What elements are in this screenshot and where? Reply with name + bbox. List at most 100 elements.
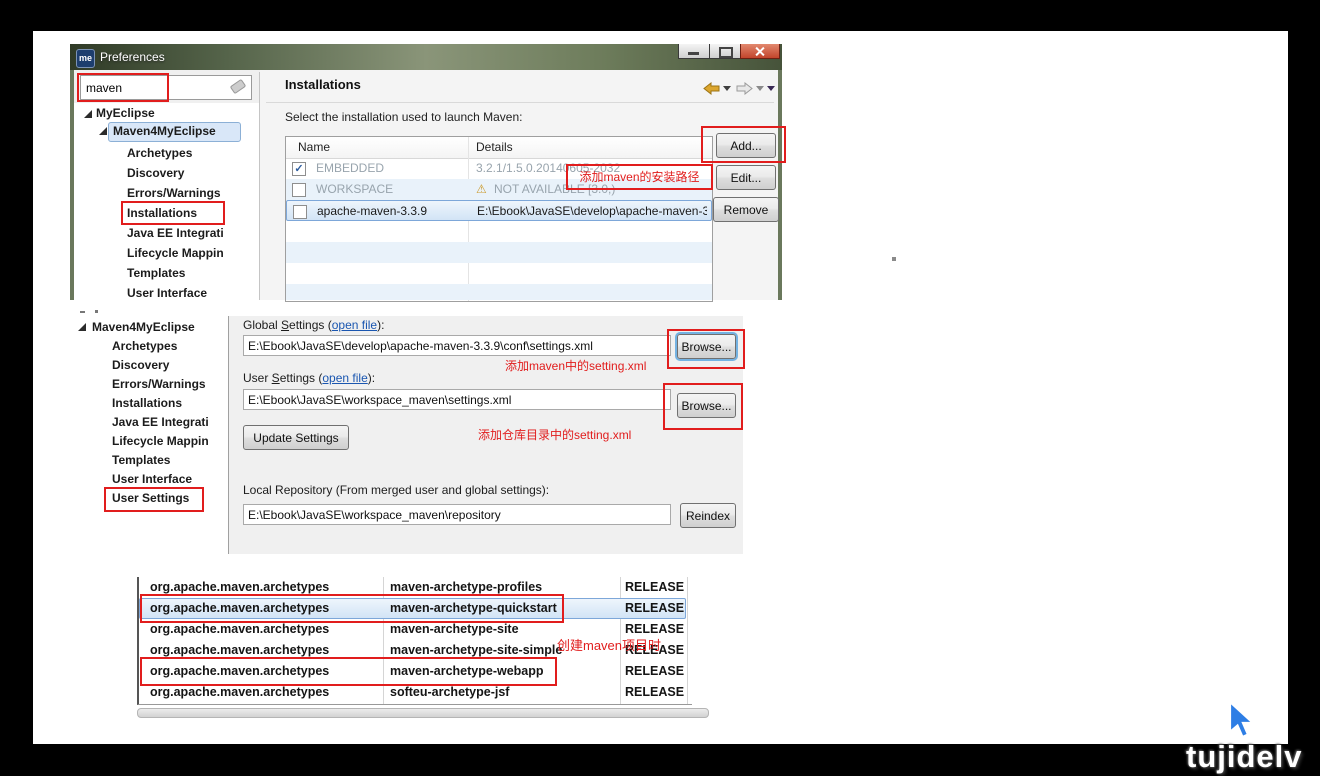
table-header: Name Details <box>286 137 712 159</box>
user-settings-path-input[interactable] <box>243 389 671 410</box>
crop-artifact <box>95 310 98 313</box>
empty-row <box>286 221 712 242</box>
tree-item-lifecycle-mapping[interactable]: Lifecycle Mappin <box>127 246 224 260</box>
version: RELEASE <box>625 598 684 619</box>
crop-artifact <box>892 257 896 261</box>
edit-button[interactable]: Edit... <box>716 165 776 190</box>
open-file-link[interactable]: open file <box>322 371 367 385</box>
annotation-install-path: 添加maven的安装路径 <box>566 164 713 190</box>
tree-item-templates[interactable]: Templates <box>127 266 185 280</box>
tree-item-maven4myeclipse[interactable]: Maven4MyEclipse <box>113 124 216 138</box>
label-text: User <box>243 371 272 385</box>
annotation-box-quickstart <box>140 594 564 623</box>
label-text: ettings ( <box>280 371 323 385</box>
expand-arrow-icon[interactable] <box>84 110 92 118</box>
tree-item-myeclipse[interactable]: MyEclipse <box>96 106 155 120</box>
header-separator <box>266 102 774 103</box>
watermark: tujidelv <box>1186 739 1303 775</box>
tree-item-errors-warnings[interactable]: Errors/Warnings <box>127 186 221 200</box>
global-settings-label: Global Settings (open file): <box>243 318 384 332</box>
version: RELEASE <box>625 577 684 598</box>
tree-item-lifecycle-mapping[interactable]: Lifecycle Mappin <box>112 434 209 448</box>
annotation-box-installations <box>121 201 225 225</box>
mouse-cursor <box>1226 700 1258 742</box>
checkbox-checked[interactable]: ✓ <box>292 162 306 176</box>
tree-item-archetypes[interactable]: Archetypes <box>112 339 177 353</box>
annotation-box-browse-user <box>663 383 743 430</box>
annotation-user-settings: 添加仓库目录中的setting.xml <box>478 426 631 443</box>
empty-row <box>286 242 712 263</box>
select-installation-label: Select the installation used to launch M… <box>285 110 522 124</box>
checkbox-unchecked[interactable] <box>292 183 306 197</box>
forward-arrow-icon[interactable] <box>736 82 753 95</box>
crop-artifact <box>80 311 85 313</box>
label-text: ): <box>368 371 375 385</box>
screenshot-canvas: me Preferences MyEclipse Maven4MyEclipse… <box>0 0 1320 776</box>
clear-filter-icon[interactable] <box>230 79 247 94</box>
tree-item-user-interface[interactable]: User Interface <box>112 472 192 486</box>
horizontal-scrollbar[interactable] <box>137 708 709 718</box>
installation-name: apache-maven-3.3.9 <box>317 201 427 222</box>
empty-row <box>286 263 712 284</box>
myeclipse-logo-icon: me <box>76 49 95 68</box>
maximize-icon <box>719 47 733 58</box>
label-text: ): <box>377 318 384 332</box>
installation-name: EMBEDDED <box>316 158 384 179</box>
label-text: S <box>281 318 289 332</box>
back-history-dropdown-icon[interactable] <box>723 86 731 91</box>
tree-item-installations[interactable]: Installations <box>112 396 182 410</box>
warning-icon: ⚠ <box>476 179 487 200</box>
tree-item-user-interface[interactable]: User Interface <box>127 286 207 300</box>
installation-row-apache-maven[interactable]: apache-maven-3.3.9 E:\Ebook\JavaSE\devel… <box>286 200 712 221</box>
tree-item-discovery[interactable]: Discovery <box>127 166 184 180</box>
minimize-icon <box>688 52 699 55</box>
back-arrow-icon[interactable] <box>703 82 720 95</box>
annotation-box-add <box>701 126 786 163</box>
column-header-details[interactable]: Details <box>476 140 513 154</box>
column-header-name[interactable]: Name <box>298 140 330 154</box>
remove-button[interactable]: Remove <box>713 197 779 222</box>
installation-details: E:\Ebook\JavaSE\develop\apache-maven-3 <box>477 201 707 222</box>
version: RELEASE <box>625 682 684 703</box>
annotation-box-search <box>77 73 169 102</box>
window-border-right <box>778 70 782 300</box>
minimize-button[interactable] <box>678 44 710 59</box>
checkbox-unchecked[interactable] <box>293 205 307 219</box>
version: RELEASE <box>625 661 684 682</box>
installation-name: WORKSPACE <box>316 179 393 200</box>
tree-item-java-ee-integration[interactable]: Java EE Integrati <box>112 415 209 429</box>
tree-item-archetypes[interactable]: Archetypes <box>127 146 192 160</box>
tree-item-java-ee-integration[interactable]: Java EE Integrati <box>127 226 224 240</box>
label-text: ettings ( <box>289 318 332 332</box>
close-button[interactable] <box>740 44 780 59</box>
annotation-box-webapp <box>140 657 557 686</box>
forward-history-dropdown-icon[interactable] <box>756 86 764 91</box>
annotation-box-browse-global <box>667 329 745 369</box>
update-settings-button[interactable]: Update Settings <box>243 425 349 450</box>
panel-divider <box>259 72 260 300</box>
window-titlebar <box>70 44 782 70</box>
installations-table: Name Details ✓ EMBEDDED 3.2.1/1.5.0.2014… <box>285 136 713 302</box>
label-text: Global <box>243 318 281 332</box>
expand-arrow-icon[interactable] <box>99 127 107 135</box>
local-repository-label: Local Repository (From merged user and g… <box>243 483 549 497</box>
reindex-button[interactable]: Reindex <box>680 503 736 528</box>
open-file-link[interactable]: open file <box>332 318 377 332</box>
expand-arrow-icon[interactable] <box>78 323 86 331</box>
tree-item-errors-warnings[interactable]: Errors/Warnings <box>112 377 206 391</box>
annotation-create-project: 创建maven项目时 <box>557 635 661 654</box>
annotation-global-settings: 添加maven中的setting.xml <box>505 357 646 374</box>
empty-row <box>286 284 712 300</box>
label-text: S <box>272 371 280 385</box>
tree-item-discovery[interactable]: Discovery <box>112 358 169 372</box>
window-title: Preferences <box>100 50 165 64</box>
view-menu-icon[interactable] <box>767 86 775 91</box>
tree-item-templates[interactable]: Templates <box>112 453 170 467</box>
global-settings-path-input[interactable] <box>243 335 671 356</box>
page-title: Installations <box>285 77 361 92</box>
maximize-button[interactable] <box>709 44 741 59</box>
user-settings-label: User Settings (open file): <box>243 371 375 385</box>
annotation-box-user-settings <box>104 487 204 512</box>
tree-item-maven4myeclipse[interactable]: Maven4MyEclipse <box>92 320 195 334</box>
local-repository-input[interactable] <box>243 504 671 525</box>
